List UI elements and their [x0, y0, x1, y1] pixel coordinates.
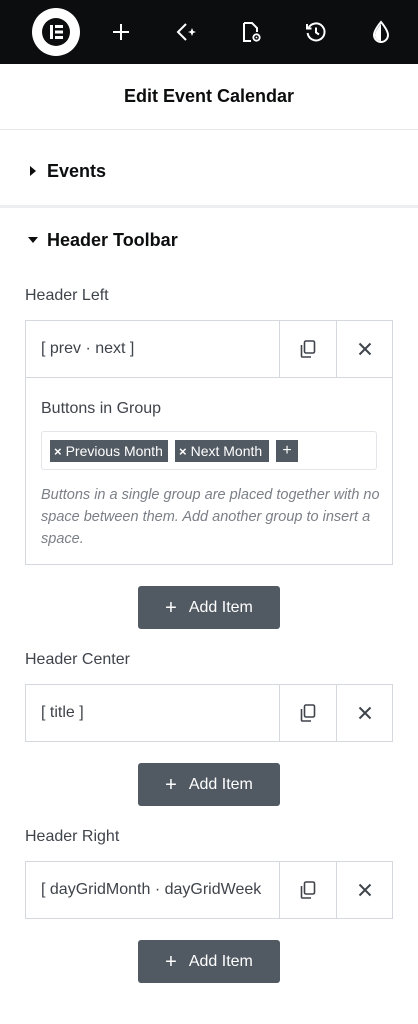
- tag-label: Next Month: [190, 443, 263, 459]
- section-header-toolbar-title: Header Toolbar: [47, 229, 178, 250]
- ai-sparkle-icon[interactable]: [162, 8, 210, 56]
- add-item-button-center[interactable]: + Add Item: [138, 763, 280, 806]
- elementor-logo-icon[interactable]: [32, 8, 80, 56]
- header-center-item: [ title ]: [25, 684, 393, 742]
- tag-next-month[interactable]: × Next Month: [175, 440, 269, 462]
- plus-icon: +: [165, 773, 177, 796]
- buttons-select[interactable]: × Previous Month × Next Month +: [41, 431, 377, 470]
- add-item-label: Add Item: [188, 952, 253, 970]
- plus-icon[interactable]: [97, 8, 145, 56]
- panel-header: Edit Event Calendar: [0, 64, 418, 130]
- header-right-label: Header Right: [25, 828, 120, 845]
- section-header-toolbar[interactable]: Header Toolbar: [0, 219, 418, 261]
- remove-icon[interactable]: [336, 685, 393, 741]
- tag-remove-icon[interactable]: ×: [179, 444, 187, 459]
- add-item-label: Add Item: [188, 598, 253, 616]
- section-divider: [0, 205, 418, 208]
- plus-icon: +: [165, 950, 177, 973]
- top-toolbar: [0, 0, 418, 64]
- caret-down-icon: [28, 237, 38, 243]
- add-item-label: Add Item: [188, 775, 253, 793]
- section-events[interactable]: Events: [0, 150, 418, 192]
- duplicate-icon[interactable]: [279, 685, 336, 741]
- theme-style-icon[interactable]: [357, 8, 405, 56]
- tag-previous-month[interactable]: × Previous Month: [50, 440, 168, 462]
- panel-title: Edit Event Calendar: [123, 86, 295, 106]
- tag-add-button[interactable]: +: [276, 440, 298, 462]
- page-settings-icon[interactable]: [227, 8, 275, 56]
- add-item-button-left[interactable]: + Add Item: [138, 586, 280, 629]
- tag-label: Previous Month: [65, 443, 163, 459]
- header-center-item-title[interactable]: [ title ]: [41, 685, 279, 741]
- header-left-item: [ prev · next ]: [25, 320, 393, 378]
- header-right-item-title[interactable]: [ dayGridMonth · dayGridWeek: [41, 862, 279, 918]
- plus-icon: +: [165, 596, 177, 619]
- header-right-item: [ dayGridMonth · dayGridWeek: [25, 861, 393, 919]
- section-events-title: Events: [47, 160, 107, 181]
- remove-icon[interactable]: [336, 862, 393, 918]
- header-center-label: Header Center: [25, 651, 130, 668]
- remove-icon[interactable]: [336, 321, 393, 377]
- header-left-item-title[interactable]: [ prev · next ]: [41, 321, 279, 377]
- add-item-button-right[interactable]: + Add Item: [138, 940, 280, 983]
- duplicate-icon[interactable]: [279, 321, 336, 377]
- buttons-in-group-label: Buttons in Group: [41, 400, 162, 417]
- header-left-label: Header Left: [25, 287, 109, 304]
- caret-right-icon: [30, 166, 36, 176]
- help-text: Buttons in a single group are placed tog…: [41, 487, 380, 547]
- tag-remove-icon[interactable]: ×: [54, 444, 62, 459]
- header-left-item-content: Buttons in Group × Previous Month × Next…: [25, 378, 393, 565]
- history-icon[interactable]: [292, 8, 340, 56]
- duplicate-icon[interactable]: [279, 862, 336, 918]
